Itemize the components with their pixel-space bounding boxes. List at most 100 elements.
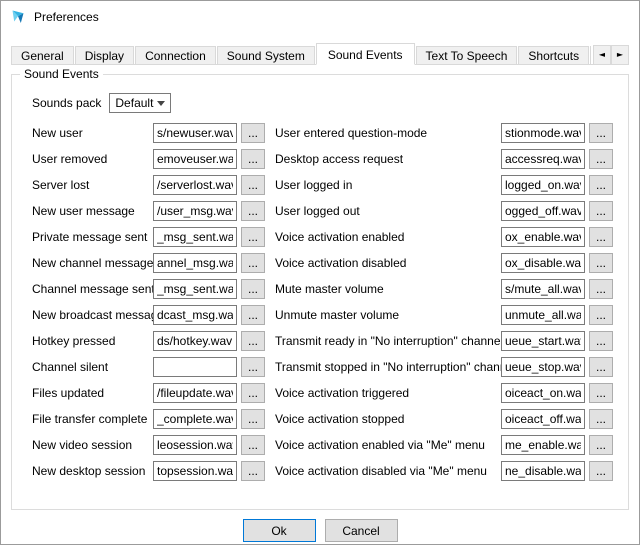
tab-scroll-right-button[interactable]: ► [611,45,629,65]
sound-file-input[interactable] [153,279,237,299]
sound-event-label: Channel silent [32,360,153,374]
sound-file-input[interactable] [501,435,585,455]
browse-button[interactable]: ... [589,149,613,169]
tab-sound-events[interactable]: Sound Events [316,43,415,65]
browse-button[interactable]: ... [589,357,613,377]
browse-button[interactable]: ... [589,461,613,481]
sound-event-label: Voice activation triggered [275,386,501,400]
browse-button[interactable]: ... [241,123,265,143]
sound-file-input[interactable] [501,201,585,221]
sound-file-input[interactable] [501,331,585,351]
sound-event-label: File transfer complete [32,412,153,426]
sound-file-input[interactable] [153,383,237,403]
sound-file-input[interactable] [501,357,585,377]
browse-button[interactable]: ... [241,253,265,273]
browse-button[interactable]: ... [589,331,613,351]
browse-button[interactable]: ... [589,305,613,325]
sound-event-label: User removed [32,152,153,166]
ok-button[interactable]: Ok [243,519,316,542]
sound-file-input[interactable] [501,461,585,481]
sound-event-label: User logged in [275,178,501,192]
sound-file-input[interactable] [501,149,585,169]
tab-shortcuts[interactable]: Shortcuts [518,46,589,65]
browse-button[interactable]: ... [241,461,265,481]
browse-button[interactable]: ... [241,201,265,221]
sounds-pack-label: Sounds pack [32,96,101,110]
browse-button[interactable]: ... [589,123,613,143]
right-column: User entered question-mode...Desktop acc… [275,123,613,487]
browse-button[interactable]: ... [589,435,613,455]
group-title: Sound Events [20,67,103,81]
browse-button[interactable]: ... [589,279,613,299]
sounds-pack-select[interactable]: Default [109,93,171,113]
sound-file-input[interactable] [501,383,585,403]
tab-scroll-left-button[interactable]: ◄ [593,45,611,65]
sound-event-label: New user message [32,204,153,218]
sound-file-input[interactable] [153,435,237,455]
browse-button[interactable]: ... [589,409,613,429]
arrow-left-icon: ◄ [599,50,605,59]
sound-event-label: Voice activation disabled [275,256,501,270]
sound-event-row: Mute master volume... [275,279,613,299]
browse-button[interactable]: ... [241,305,265,325]
browse-button[interactable]: ... [589,227,613,247]
browse-button[interactable]: ... [241,409,265,429]
sound-events-form: New user...User removed...Server lost...… [32,123,628,487]
sound-file-input[interactable] [501,279,585,299]
sound-event-row: Channel silent... [32,357,265,377]
sound-file-input[interactable] [501,409,585,429]
tab-display[interactable]: Display [75,46,134,65]
browse-button[interactable]: ... [241,279,265,299]
cancel-button[interactable]: Cancel [325,519,398,542]
tab-bar: GeneralDisplayConnectionSound SystemSoun… [11,43,629,65]
sound-file-input[interactable] [501,123,585,143]
sound-file-input[interactable] [153,175,237,195]
sound-event-label: New channel message [32,256,153,270]
sound-event-label: User entered question-mode [275,126,501,140]
sound-file-input[interactable] [153,331,237,351]
sound-event-label: Mute master volume [275,282,501,296]
browse-button[interactable]: ... [241,175,265,195]
sound-file-input[interactable] [153,461,237,481]
sound-event-row: Unmute master volume... [275,305,613,325]
sound-event-row: Private message sent... [32,227,265,247]
sounds-pack-row: Sounds pack Default [32,93,628,113]
sound-file-input[interactable] [153,201,237,221]
tab-video[interactable]: Video [590,46,591,65]
tab-sound-system[interactable]: Sound System [217,46,315,65]
browse-button[interactable]: ... [589,175,613,195]
sound-event-row: Voice activation stopped... [275,409,613,429]
sound-file-input[interactable] [153,409,237,429]
sound-file-input[interactable] [153,149,237,169]
browse-button[interactable]: ... [241,227,265,247]
browse-button[interactable]: ... [241,149,265,169]
tab-general[interactable]: General [11,46,74,65]
sound-event-label: Voice activation disabled via "Me" menu [275,464,501,478]
sound-file-input[interactable] [153,253,237,273]
sound-event-label: Files updated [32,386,153,400]
sound-event-row: User logged out... [275,201,613,221]
sound-event-label: Hotkey pressed [32,334,153,348]
window-title: Preferences [34,10,99,24]
tab-text-to-speech[interactable]: Text To Speech [416,46,518,65]
sound-file-input[interactable] [501,227,585,247]
browse-button[interactable]: ... [241,357,265,377]
sound-file-input[interactable] [153,357,237,377]
sound-file-input[interactable] [501,253,585,273]
browse-button[interactable]: ... [241,383,265,403]
browse-button[interactable]: ... [589,253,613,273]
titlebar: Preferences [1,1,639,33]
browse-button[interactable]: ... [589,383,613,403]
sound-file-input[interactable] [153,123,237,143]
sound-file-input[interactable] [501,305,585,325]
tab-connection[interactable]: Connection [135,46,216,65]
sound-file-input[interactable] [153,227,237,247]
sound-file-input[interactable] [153,305,237,325]
browse-button[interactable]: ... [241,435,265,455]
browse-button[interactable]: ... [241,331,265,351]
sound-event-label: Voice activation stopped [275,412,501,426]
sound-event-label: New video session [32,438,153,452]
sound-event-row: Desktop access request... [275,149,613,169]
browse-button[interactable]: ... [589,201,613,221]
sound-file-input[interactable] [501,175,585,195]
